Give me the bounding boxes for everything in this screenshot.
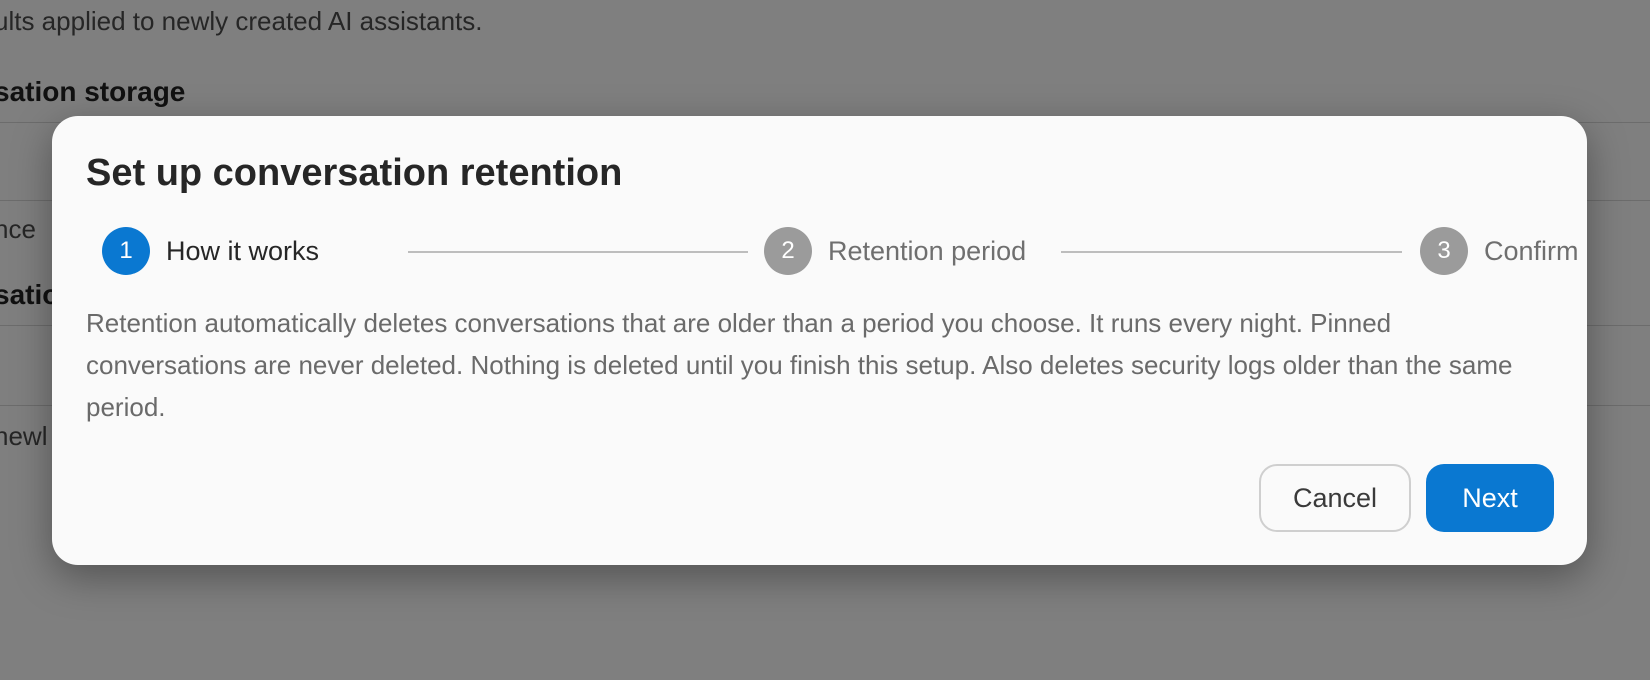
step-number: 2 xyxy=(764,227,812,275)
step-label: Confirm xyxy=(1484,235,1579,266)
step-label: Retention period xyxy=(828,235,1027,266)
dialog-body-text: Retention automatically deletes conversa… xyxy=(86,308,1513,422)
step-label: How it works xyxy=(166,235,320,266)
step-retention-period: 2 Retention period xyxy=(764,227,1026,275)
retention-setup-dialog: Set up conversation retention 1 How it w… xyxy=(52,116,1587,565)
step-connector xyxy=(408,251,748,253)
step-number: 3 xyxy=(1420,227,1468,275)
next-button[interactable]: Next xyxy=(1426,464,1554,532)
step-confirm: 3 Confirm xyxy=(1420,227,1579,275)
step-how-it-works: 1 How it works xyxy=(102,227,319,275)
stepper: 1 How it works 2 Retention period 3 Conf… xyxy=(102,227,1592,275)
dialog-title: Set up conversation retention xyxy=(86,152,623,194)
cancel-button[interactable]: Cancel xyxy=(1259,464,1411,532)
step-number: 1 xyxy=(102,227,150,275)
step-connector xyxy=(1061,251,1402,253)
